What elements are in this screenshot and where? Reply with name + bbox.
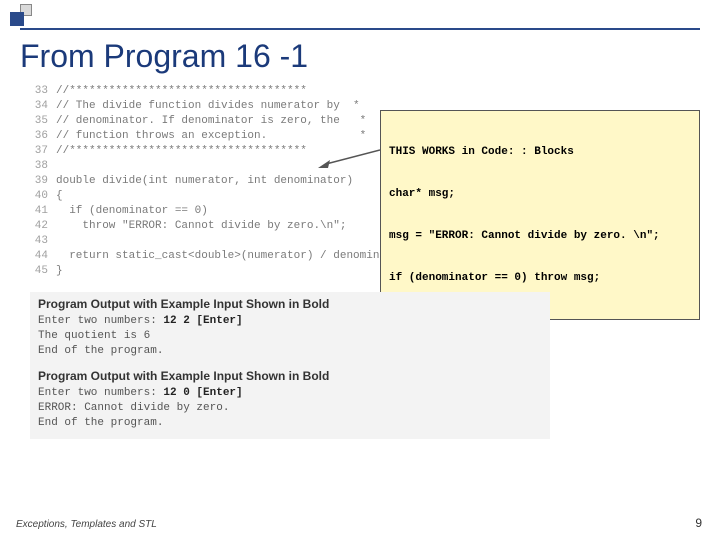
code-text: // denominator. If denominator is zero, … (56, 114, 366, 129)
code-text: // The divide function divides numerator… (56, 99, 360, 114)
code-text: //************************************ (56, 144, 307, 159)
title-underline (20, 28, 700, 30)
output-line: The quotient is 6 (38, 329, 542, 344)
callout-box: THIS WORKS in Code: : Blocks char* msg; … (380, 110, 700, 320)
output-line: End of the program. (38, 416, 542, 431)
code-text: } (56, 264, 63, 279)
output-heading: Program Output with Example Input Shown … (38, 369, 542, 384)
output-line: Enter two numbers: 12 2 [Enter] (38, 314, 542, 329)
line-number: 44 (30, 249, 56, 264)
code-line: 33//************************************ (30, 84, 550, 99)
line-number: 43 (30, 234, 56, 249)
line-number: 40 (30, 189, 56, 204)
slide-title: From Program 16 -1 (20, 38, 308, 75)
code-text: //************************************ (56, 84, 307, 99)
callout-line: THIS WORKS in Code: : Blocks (389, 145, 691, 159)
code-text: if (denominator == 0) (56, 204, 208, 219)
line-number: 42 (30, 219, 56, 234)
callout-line: if (denominator == 0) throw msg; (389, 271, 691, 285)
line-number: 33 (30, 84, 56, 99)
callout-line: char* msg; (389, 187, 691, 201)
line-number: 37 (30, 144, 56, 159)
line-number: 41 (30, 204, 56, 219)
line-number: 39 (30, 174, 56, 189)
program-output-2: Program Output with Example Input Shown … (30, 364, 550, 439)
line-number: 34 (30, 99, 56, 114)
line-number: 36 (30, 129, 56, 144)
callout-line: msg = "ERROR: Cannot divide by zero. \n"… (389, 229, 691, 243)
code-text: double divide(int numerator, int denomin… (56, 174, 353, 189)
page-number: 9 (695, 516, 702, 530)
output-line: Enter two numbers: 12 0 [Enter] (38, 386, 542, 401)
output-line: End of the program. (38, 344, 542, 359)
output-heading: Program Output with Example Input Shown … (38, 297, 542, 312)
callout-arrow-icon (318, 138, 380, 158)
footer-text: Exceptions, Templates and STL (16, 519, 157, 530)
line-number: 38 (30, 159, 56, 174)
line-number: 45 (30, 264, 56, 279)
output-line: ERROR: Cannot divide by zero. (38, 401, 542, 416)
program-output-1: Program Output with Example Input Shown … (30, 292, 550, 367)
code-text: throw "ERROR: Cannot divide by zero.\n"; (56, 219, 346, 234)
code-text: { (56, 189, 63, 204)
line-number: 35 (30, 114, 56, 129)
code-text: return static_cast<double>(numerator) / … (56, 249, 412, 264)
